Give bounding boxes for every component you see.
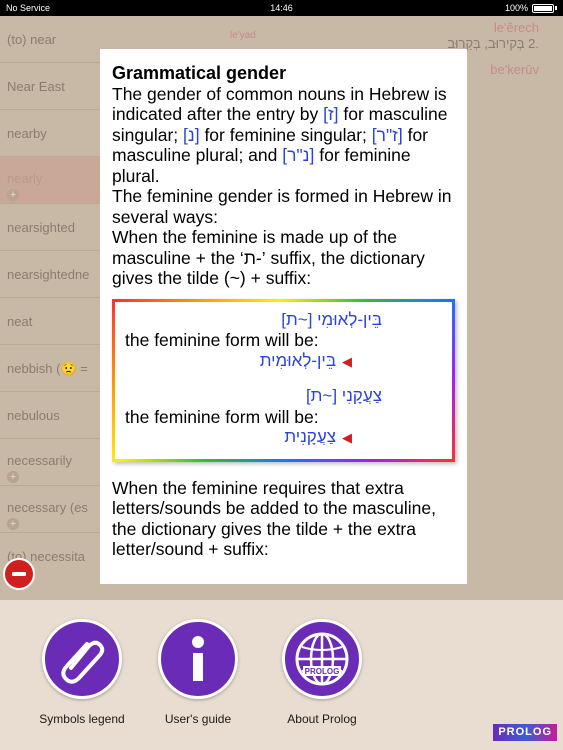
extra-letters-paragraph: When the feminine requires that extra le… [112,477,436,560]
transliteration: le'ĕrech [493,20,539,35]
list-item[interactable]: nebbish (😟 = [0,345,100,391]
fem-sing-tag: [נ] [183,124,200,145]
list-item[interactable]: nebulous [0,392,100,438]
suffix-paragraph: When the feminine is made up of the masc… [112,227,425,288]
popup-title: Grammatical gender [112,63,287,83]
fem-pl-tag: [נ"ר] [282,145,315,165]
list-item[interactable]: neat [0,298,100,344]
masc-sing-tag: [ז] [323,104,339,124]
arrow-left-icon: ◀ [342,353,352,369]
list-item[interactable]: Near East [0,63,100,109]
list-item-selected[interactable]: nearly + [0,157,100,203]
list-item[interactable]: nearby [0,110,100,156]
symbols-legend-button[interactable]: Symbols legend [27,619,137,726]
feminine-paragraph: The feminine gender is formed in Hebrew … [112,186,452,227]
example-entry: צַעֲקָנִי [~ת] [305,386,382,405]
example-result: צַעֲקָנִית ◀ [284,427,352,446]
example-caption: the feminine form will be: [125,330,319,350]
battery-icon [532,3,554,13]
example-caption: the feminine form will be: [125,406,319,427]
example-entry: בֵּין-לְאוּמִי [~ת] [281,309,382,329]
expand-plus-icon[interactable]: + [7,189,19,201]
svg-text:PROLOG: PROLOG [305,667,340,676]
bottom-toolbar: Symbols legend User's guide PROLOG About… [0,600,563,750]
gender-paragraph: The gender of common nouns in Hebrew is … [112,83,448,186]
arrow-left-icon: ◀ [342,430,352,445]
clock: 14:46 [270,3,293,13]
list-item[interactable]: necessarily + [0,439,100,485]
example-box: בֵּין-לְאוּמִי [~ת] the feminine form wi… [112,298,455,462]
about-prolog-button[interactable]: PROLOG About Prolog [267,619,377,726]
remove-button[interactable] [3,558,35,590]
prolog-logo: PROLOG [493,724,557,741]
battery-percent: 100% [504,3,528,13]
list-item[interactable]: necessary (es + [0,486,100,532]
transliteration: be'kerūv [490,62,539,77]
grammar-popup[interactable]: Grammatical gender The gender of common … [100,49,467,584]
list-item[interactable]: (to) near [0,16,100,62]
status-bar: No Service 14:46 100% [0,0,563,16]
info-icon [192,636,204,681]
masc-pl-tag: [ז"ר] [371,124,403,145]
globe-icon: PROLOG [295,632,349,686]
paperclip-icon [61,640,105,684]
list-item[interactable]: nearsighted [0,204,100,250]
list-item[interactable]: nearsightedne [0,251,100,297]
expand-plus-icon[interactable]: + [7,471,19,483]
users-guide-button[interactable]: User's guide [143,619,253,726]
expand-plus-icon[interactable]: + [7,518,19,530]
battery-indicator: 100% [505,0,557,16]
top-strip-text: le'yad [230,30,256,41]
example-result: בֵּין-לְאוּמִית ◀ [259,350,352,370]
entry-detail-panel: le'ĕrech .2 בְּקירוּב, בְּקֵרוּב be'kerū… [447,16,563,600]
